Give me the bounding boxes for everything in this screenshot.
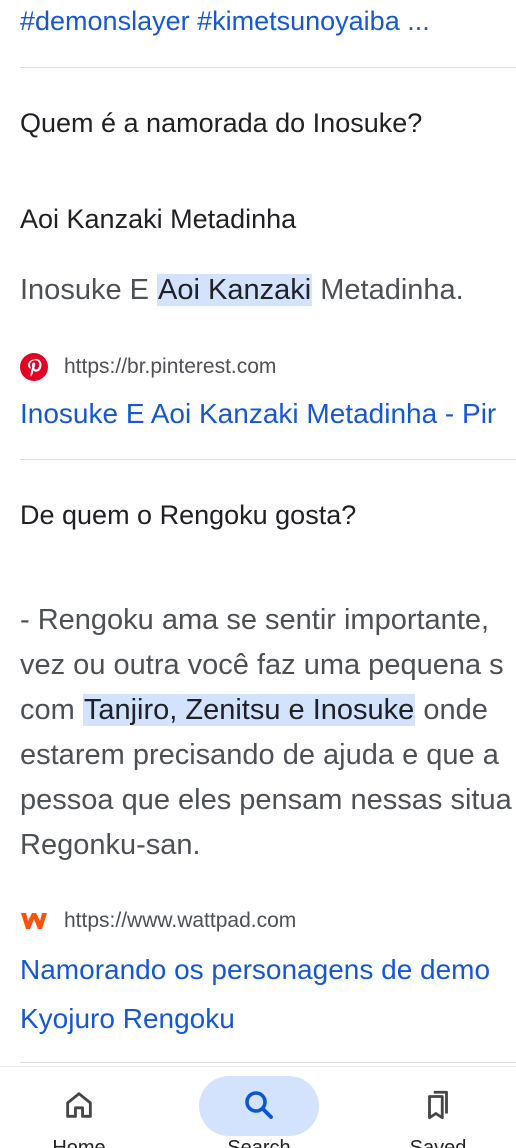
result-link-title[interactable]: Namorando os personagens de demo [20,954,490,986]
divider [20,459,516,460]
question-heading[interactable]: Quem é a namorada do Inosuke? [20,108,422,139]
result-link-title[interactable]: Inosuke E Aoi Kanzaki Metadinha - Pir [20,398,496,430]
nav-home[interactable] [19,1077,139,1137]
source-row[interactable]: https://br.pinterest.com [20,352,276,382]
snippet-highlight: Tanjiro, Zenitsu e Inosuke [82,694,416,726]
search-icon [241,1087,277,1128]
divider [20,1062,516,1063]
home-icon [62,1088,96,1127]
snippet-text: onde [415,694,488,726]
snippet-line: - Rengoku ama se sentir importante, [20,604,490,636]
snippet-line: vez ou outra você faz uma pequena s [20,649,504,681]
answer-snippet: Inosuke E Aoi Kanzaki Metadinha. [20,268,464,313]
snippet-text: com [20,694,83,726]
pinterest-icon [20,353,48,381]
nav-search[interactable] [199,1077,319,1137]
result-link-title[interactable]: Kyojuro Rengoku [20,1003,235,1035]
snippet-text: Inosuke E [20,274,158,306]
snippet-line: Regonku-san. [20,829,201,861]
nav-search-label: Search [227,1137,291,1148]
snippet-line: estarem precisando de ajuda e que a [20,739,499,771]
wattpad-icon [20,907,48,935]
nav-saved-label: Saved [409,1137,467,1148]
snippet-line: pessoa que eles pensam nessas situa [20,784,512,816]
source-url: https://www.wattpad.com [64,909,297,932]
snippet-line: com Tanjiro, Zenitsu e Inosuke onde [20,688,488,733]
bottom-nav: Home Search Saved [0,1066,516,1148]
answer-title: Aoi Kanzaki Metadinha [20,204,297,234]
search-results-page: #demonslayer #kimetsunoyaiba ... Quem é … [0,0,516,1148]
source-url: https://br.pinterest.com [64,355,277,378]
divider [20,67,516,68]
hashtags-link[interactable]: #demonslayer #kimetsunoyaiba ... [20,6,430,37]
snippet-text: Metadinha. [312,274,464,306]
saved-icon [421,1088,455,1127]
nav-saved[interactable] [378,1077,498,1137]
source-row[interactable]: https://www.wattpad.com [20,906,296,936]
snippet-highlight: Aoi Kanzaki [157,274,313,306]
nav-home-label: Home [52,1137,106,1148]
question-heading[interactable]: De quem o Rengoku gosta? [20,500,356,531]
